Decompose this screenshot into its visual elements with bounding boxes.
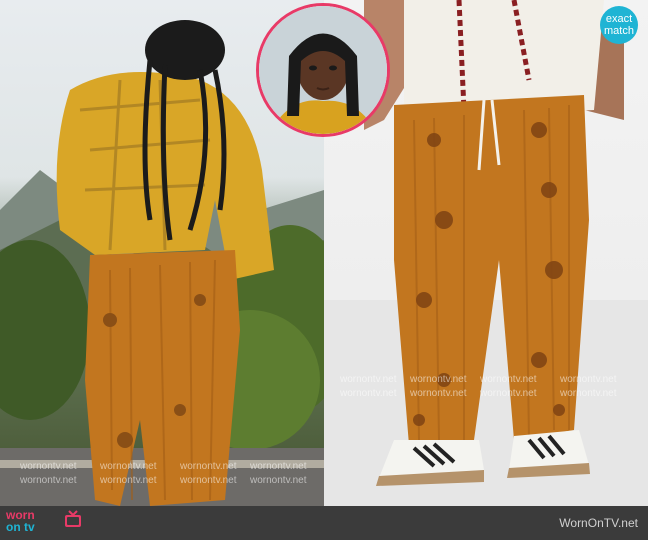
badge-line2: match xyxy=(604,25,634,37)
portrait-illustration xyxy=(259,6,387,134)
character-portrait-inset xyxy=(256,3,390,137)
badge-line1: exact xyxy=(605,13,633,25)
exact-match-badge: exact match xyxy=(600,6,638,44)
logo-line2: on tv xyxy=(6,520,35,534)
site-name[interactable]: WornOnTV.net xyxy=(559,516,638,530)
footer-bar xyxy=(0,506,648,540)
tv-icon xyxy=(65,510,81,527)
wornontv-logo[interactable]: worn on tv xyxy=(6,509,82,537)
logo-text: worn on tv xyxy=(6,509,56,533)
